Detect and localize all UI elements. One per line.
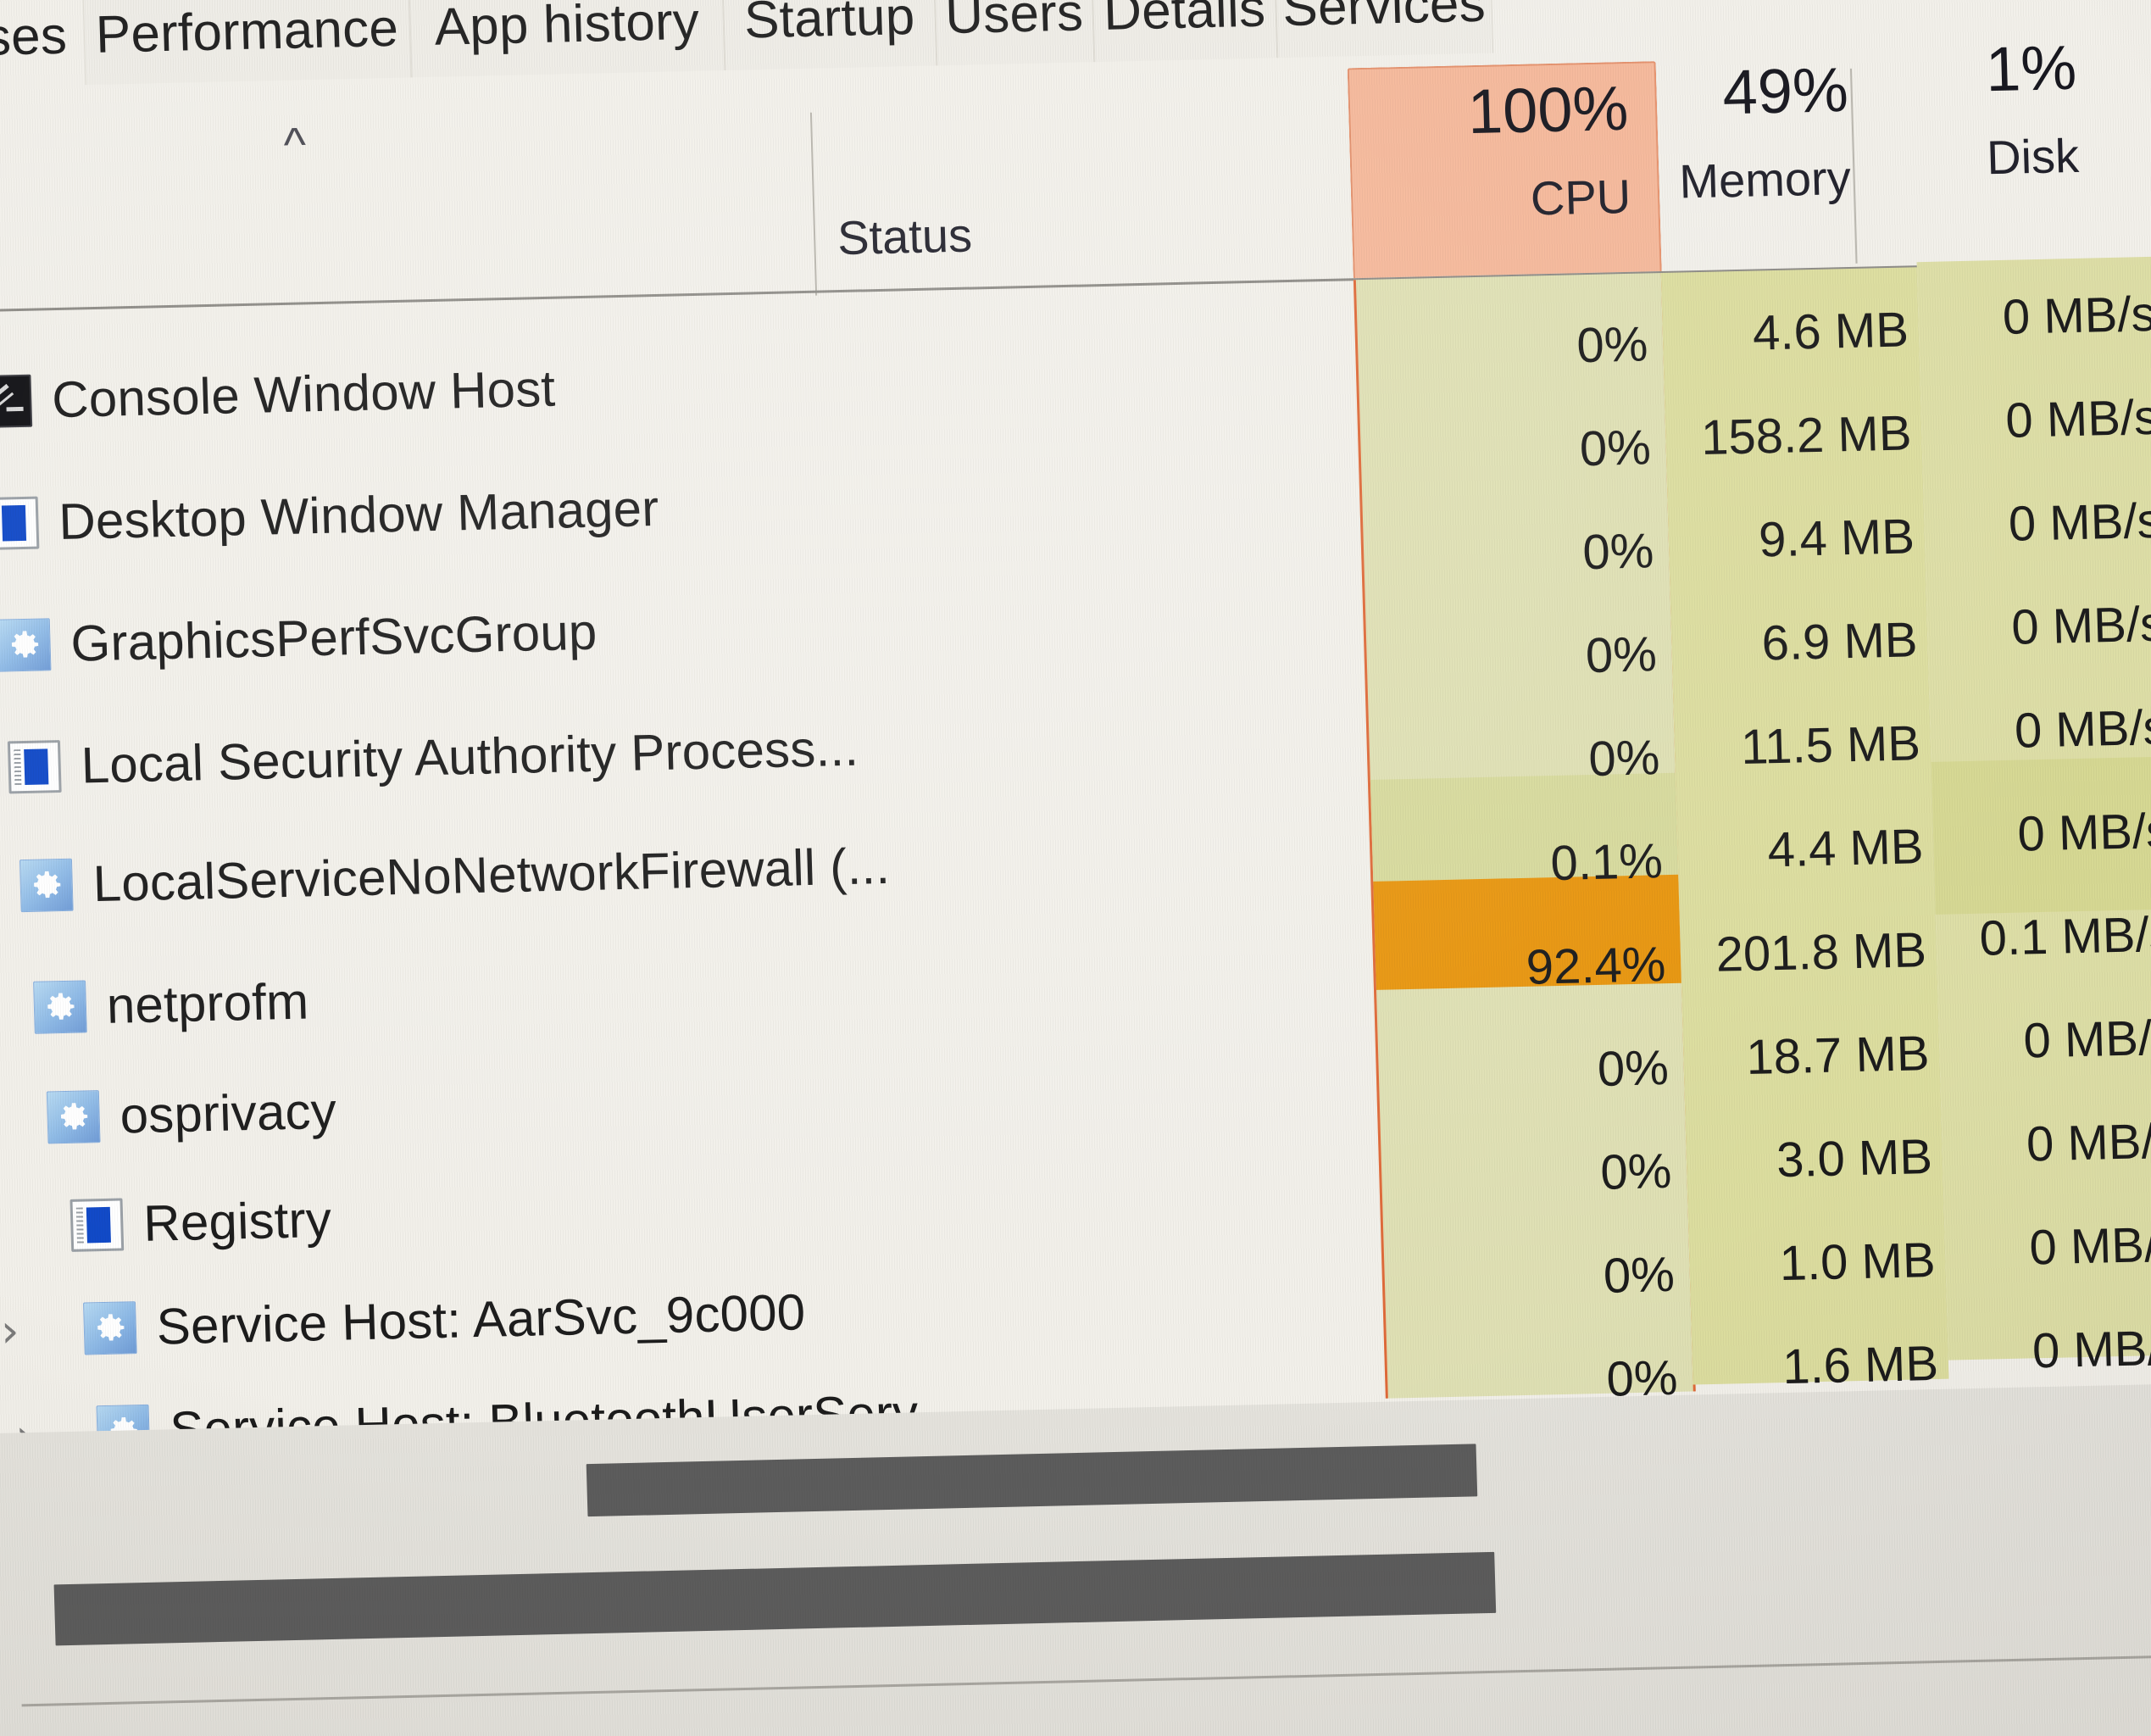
column-header-memory[interactable]: Memory	[1604, 150, 1852, 211]
disk-value: 0 MB/s	[2004, 389, 2151, 448]
memory-value: 18.7 MB	[1745, 1025, 1931, 1085]
process-name: osprivacy	[119, 1082, 337, 1144]
cpu-value: 92.4%	[1525, 936, 1667, 995]
expand-chevron-icon[interactable]: ›	[0, 1304, 19, 1357]
cpu-value: 0%	[1581, 522, 1655, 580]
cpu-value: 0%	[1576, 315, 1649, 373]
table-row[interactable]: Console Window Host	[0, 359, 556, 431]
cpu-value: 0%	[1599, 1143, 1673, 1200]
column-header-cpu[interactable]: CPU	[1401, 169, 1631, 229]
table-row[interactable]: Registry	[69, 1190, 332, 1255]
column-header-disk-label: Disk	[1986, 128, 2080, 185]
process-name: GraphicsPerfSvcGroup	[69, 603, 598, 672]
memory-value: 4.6 MB	[1752, 301, 1909, 361]
cpu-value: 0%	[1584, 626, 1658, 683]
process-name: Service Host: AarSvc_9c000	[155, 1283, 807, 1355]
memory-value: 158.2 MB	[1700, 404, 1913, 465]
disk-value: 0 MB/s	[2022, 1009, 2151, 1069]
table-row[interactable]: osprivacy	[46, 1082, 337, 1147]
cpu-value: 0%	[1587, 729, 1661, 787]
column-header-cpu-total: 100%	[1398, 72, 1630, 149]
column-header-memory-total: 49%	[1618, 53, 1848, 131]
disk-value: 0 MB/s	[2028, 1216, 2151, 1275]
disk-value: 0 MB/s	[2010, 596, 2151, 655]
tab-performance-label: Performance	[94, 0, 399, 64]
tab-details[interactable]: Details	[1091, 0, 1278, 63]
table-row[interactable]: Service Host: AarSvc_9c000	[82, 1283, 807, 1357]
tab-processes-label: sses	[0, 6, 68, 68]
task-manager-window: sses Performance App history Startup Use…	[0, 0, 2151, 1736]
column-header-disk-total: 1%	[1834, 31, 2077, 108]
tab-processes[interactable]: sses	[0, 0, 81, 89]
tab-users[interactable]: Users	[933, 0, 1095, 66]
gear-icon	[46, 1089, 101, 1143]
gear-icon	[33, 979, 87, 1034]
disk-value: 0 MB/s	[2016, 803, 2151, 862]
memory-value: 4.4 MB	[1766, 818, 1925, 877]
disk-value: 0 MB/s	[2026, 1112, 2151, 1171]
disk-value: 0 MB/s	[2008, 492, 2151, 552]
photo-of-monitor: sses Performance App history Startup Use…	[0, 0, 2151, 1736]
column-header-memory-label: Memory	[1678, 150, 1852, 209]
process-name: Console Window Host	[51, 359, 557, 429]
process-name: Local Security Authority Process...	[80, 719, 859, 794]
tab-app-history[interactable]: App history	[409, 0, 725, 78]
column-header-status-label: Status	[836, 208, 973, 265]
process-name: LocalServiceNoNetworkFirewall (...	[92, 837, 891, 913]
table-row[interactable]: Local Security Authority Process...	[7, 719, 859, 797]
tab-details-label: Details	[1103, 0, 1267, 42]
cpu-value: 0%	[1603, 1246, 1676, 1304]
memory-value: 9.4 MB	[1758, 508, 1915, 567]
table-row[interactable]: GraphicsPerfSvcGroup	[0, 603, 598, 675]
table-row[interactable]: Desktop Window Manager	[0, 479, 659, 553]
cpu-total-value: 100%	[1466, 72, 1630, 147]
process-name: Registry	[142, 1190, 332, 1252]
window-icon	[0, 496, 40, 550]
memory-value: 1.0 MB	[1778, 1232, 1937, 1291]
disk-value: 0 MB/s	[2014, 699, 2151, 759]
cpu-value: 0.1%	[1549, 832, 1664, 891]
expand-chevron-icon[interactable]: ›	[0, 1084, 3, 1138]
tab-performance[interactable]: Performance	[82, 0, 412, 86]
tab-services[interactable]: Services	[1274, 0, 1494, 58]
column-separator-status[interactable]	[809, 112, 818, 296]
window-icon	[69, 1197, 125, 1252]
column-header-disk[interactable]: Disk	[1837, 128, 2080, 188]
process-name: netprofm	[105, 972, 310, 1034]
table-row[interactable]: LocalServiceNoNetworkFirewall (...	[19, 837, 891, 915]
gear-icon	[0, 617, 52, 672]
disk-value: 0 MB/s	[2002, 286, 2151, 345]
cpu-value: 0%	[1578, 419, 1652, 476]
memory-total-value: 49%	[1721, 53, 1849, 128]
window-icon	[7, 739, 62, 793]
column-header-status[interactable]: Status	[836, 207, 973, 265]
table-row[interactable]: netprofm	[33, 971, 309, 1036]
tab-startup[interactable]: Startup	[722, 0, 937, 71]
memory-value: 6.9 MB	[1760, 611, 1919, 670]
disk-value: 0.1 MB/s	[1978, 906, 2151, 966]
tab-startup-label: Startup	[743, 0, 916, 50]
tab-users-label: Users	[944, 0, 1085, 46]
tab-app-history-label: App history	[433, 0, 700, 57]
name-sort-ascending-icon: ^	[282, 117, 307, 171]
process-name: Desktop Window Manager	[58, 479, 660, 550]
memory-value: 201.8 MB	[1715, 921, 1927, 982]
tab-services-label: Services	[1281, 0, 1487, 38]
console-icon	[0, 374, 33, 428]
memory-value: 11.5 MB	[1740, 715, 1921, 775]
memory-value: 3.0 MB	[1776, 1128, 1933, 1188]
cpu-value: 0%	[1597, 1039, 1670, 1097]
gear-icon	[82, 1300, 137, 1355]
gear-icon	[19, 858, 74, 912]
disk-total-value: 1%	[1984, 31, 2078, 105]
